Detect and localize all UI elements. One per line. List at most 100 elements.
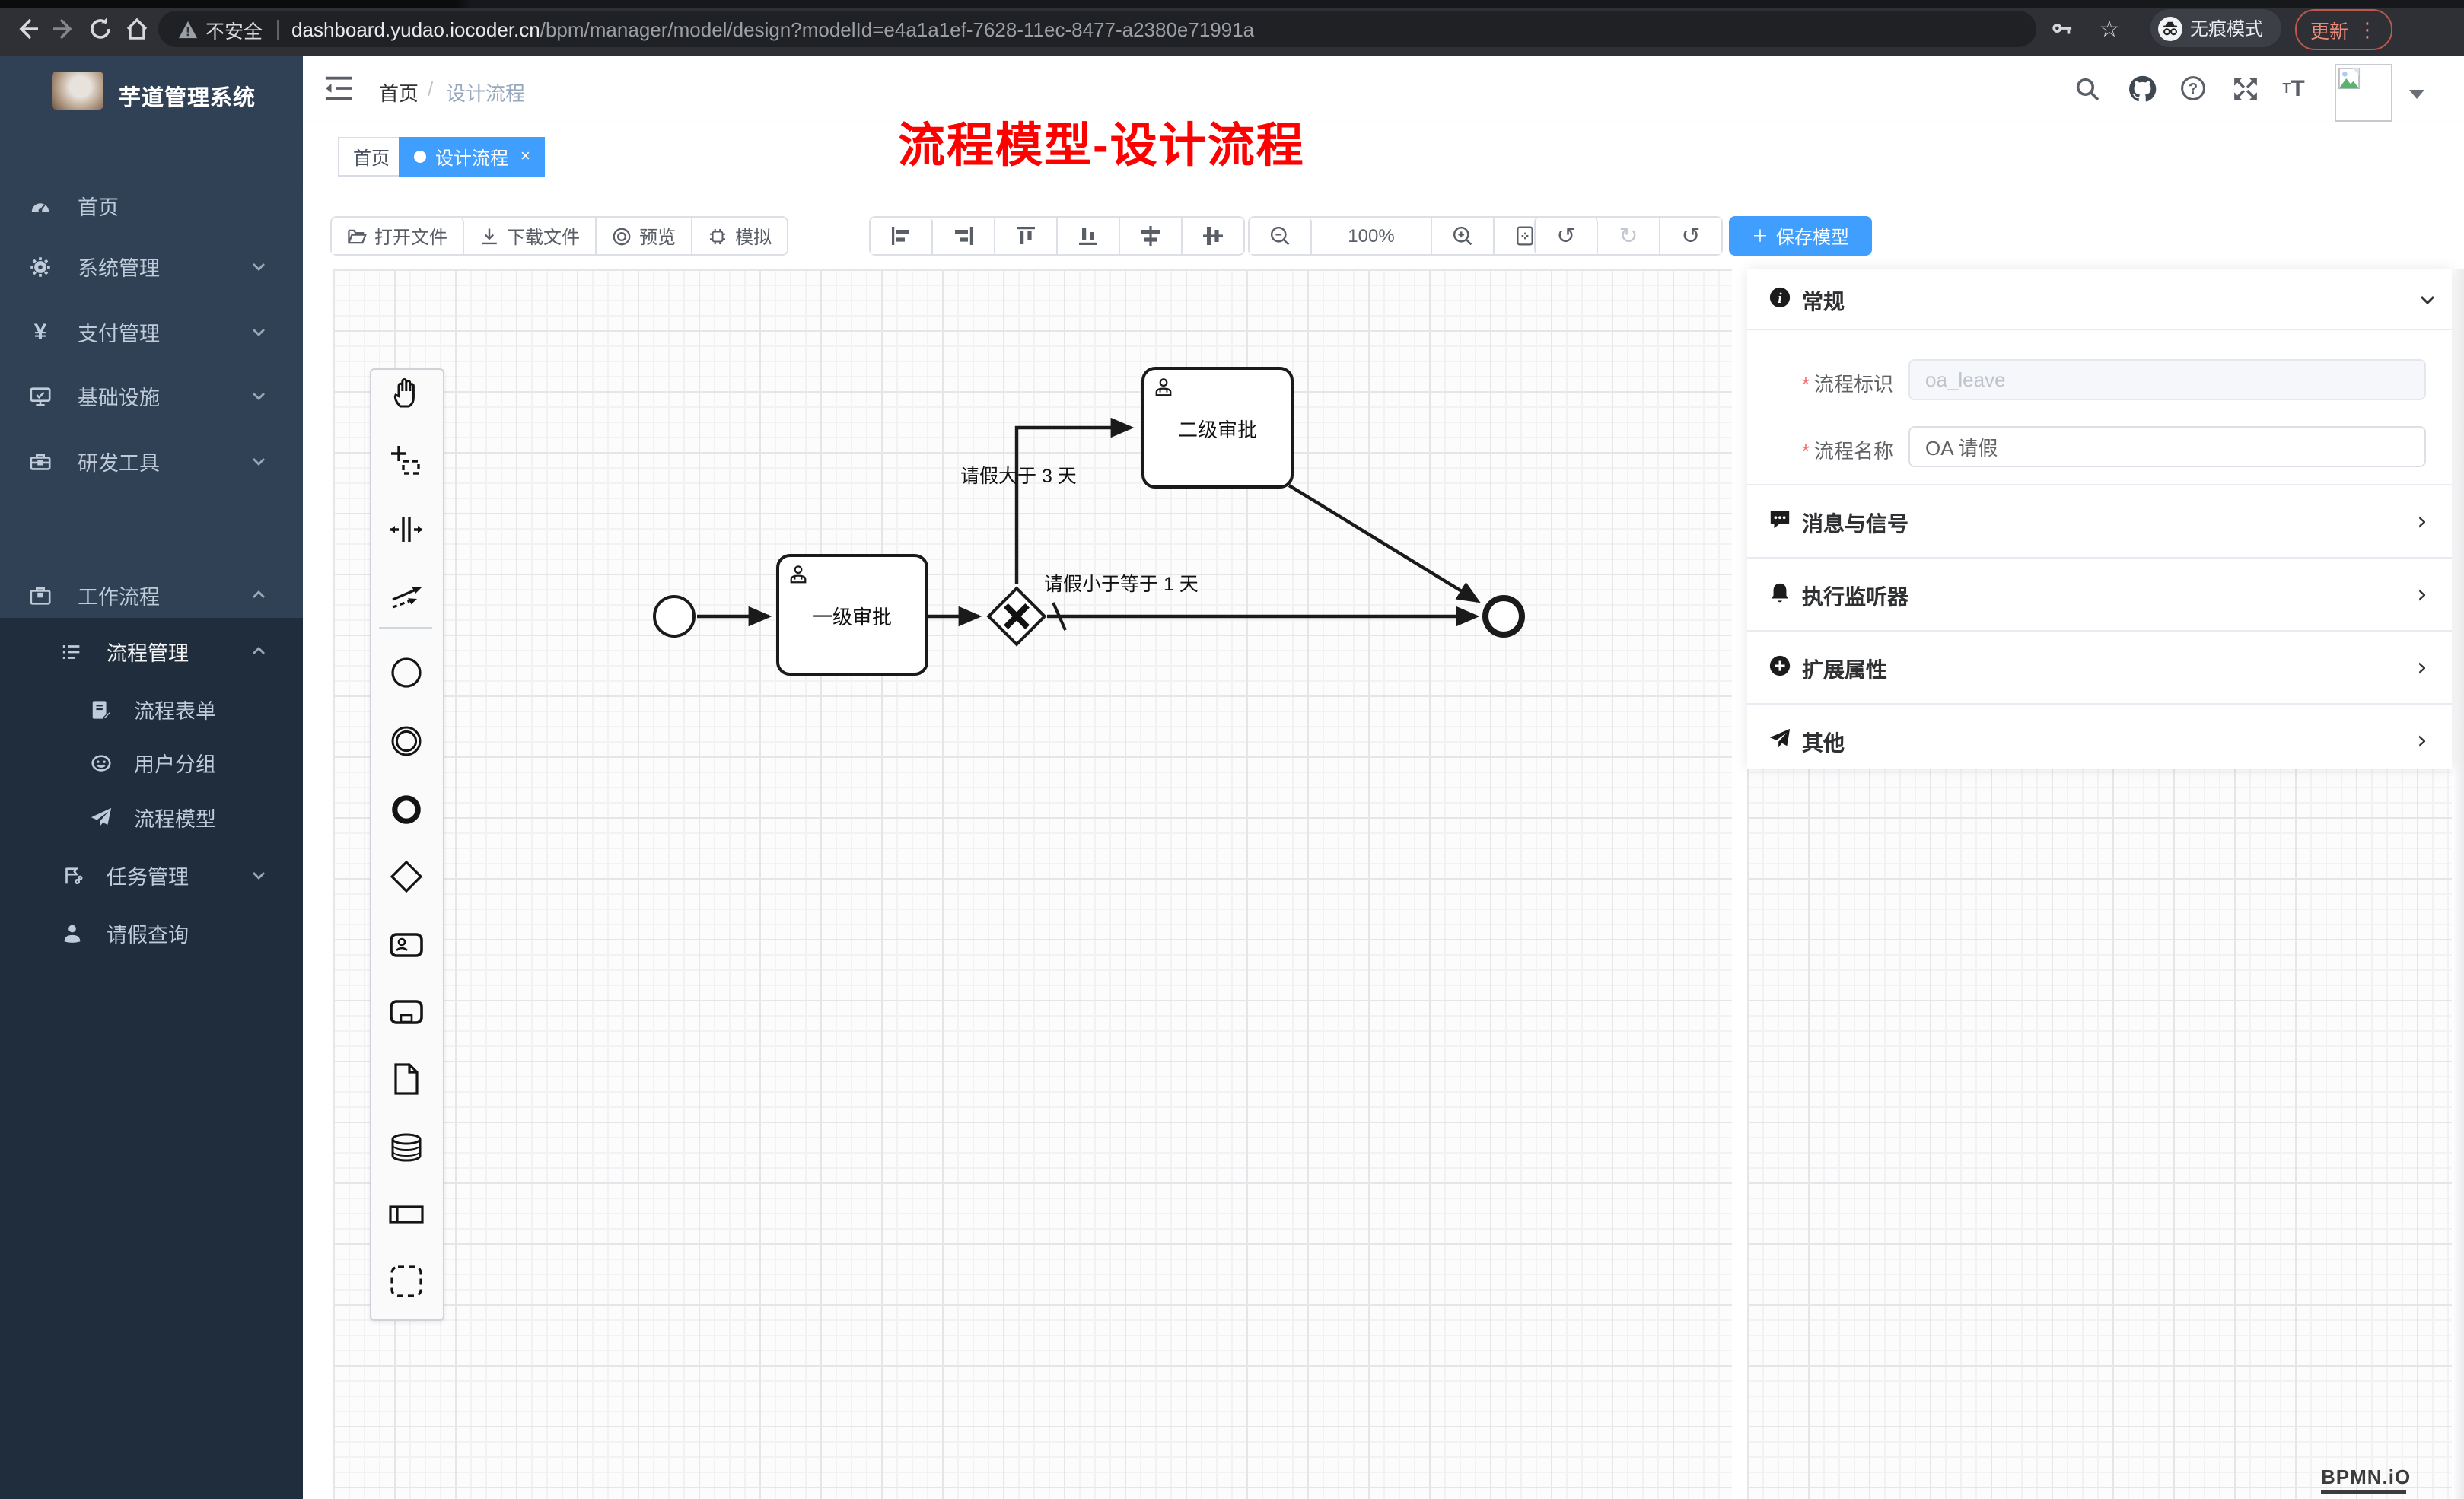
url-bar[interactable]: 不安全 dashboard.yudao.iocoder.cn/bpm/manag… (158, 11, 2036, 47)
panel-scrollbar-gutter[interactable] (2452, 269, 2464, 1499)
sidebar-item-process-mgmt[interactable]: 流程管理 (0, 630, 303, 673)
incognito-label: 无痕模式 (2190, 15, 2263, 41)
sidebar-logo-row[interactable]: 芋道管理系统 (0, 56, 303, 163)
sidebar-item-payment[interactable]: ¥ 支付管理 (0, 310, 303, 353)
tab-home[interactable]: 首页 (338, 137, 405, 177)
gateway-x-marker (1003, 603, 1030, 630)
font-size-icon[interactable]: TT (2278, 73, 2309, 103)
align-bottom-button[interactable] (1058, 218, 1120, 254)
simulate-button[interactable]: 模拟 (692, 218, 787, 254)
flow-condition-label-lte1[interactable]: 请假小于等于 1 天 (1044, 568, 1199, 597)
svg-text:i: i (1778, 291, 1782, 307)
section-other[interactable]: 其他 › (1747, 703, 2452, 770)
sidebar-item-label: 流程管理 (107, 636, 189, 667)
security-label: 不安全 (205, 14, 263, 43)
chevron-right-icon: › (2417, 726, 2427, 756)
security-warning[interactable]: 不安全 (178, 14, 263, 43)
align-center-horizontal-icon (1202, 225, 1224, 247)
briefcase-icon (29, 584, 52, 606)
bookmark-star-icon[interactable]: ☆ (2094, 14, 2125, 44)
process-key-field-row: *流程标识 (1747, 359, 2452, 400)
process-key-input[interactable] (1908, 359, 2426, 400)
bpmn-io-watermark[interactable]: BPMN.iO (2321, 1466, 2406, 1494)
zoom-out-button[interactable] (1250, 218, 1312, 254)
download-icon (479, 226, 499, 246)
zoom-out-icon (1269, 225, 1291, 247)
browser-home-icon[interactable] (122, 14, 152, 44)
kebab-menu-icon[interactable]: ⋮ (2357, 18, 2377, 42)
fullscreen-icon[interactable] (2230, 73, 2260, 103)
tab-design-process[interactable]: 设计流程 × (399, 137, 546, 177)
general-section-header[interactable]: i 常规 (1747, 269, 2452, 330)
restart-button[interactable]: ↻ (1660, 218, 1721, 254)
monitor-icon (29, 384, 52, 407)
tab-label: 首页 (353, 144, 390, 170)
sidebar-item-task-mgmt[interactable]: 任务管理 (0, 854, 303, 896)
browser-back-icon[interactable] (12, 14, 43, 44)
section-title: 常规 (1802, 286, 1845, 317)
person-icon (61, 921, 84, 944)
zoom-in-button[interactable] (1432, 218, 1495, 254)
process-name-input[interactable] (1908, 426, 2426, 467)
preview-button[interactable]: 预览 (597, 218, 692, 254)
save-model-button[interactable]: ＋ 保存模型 (1729, 216, 1872, 256)
sidebar-item-label: 基础设施 (78, 380, 160, 411)
url-host: dashboard.yudao.iocoder.cn (291, 18, 540, 40)
hamburger-collapse-icon[interactable] (324, 75, 353, 102)
page: 不安全 dashboard.yudao.iocoder.cn/bpm/manag… (0, 0, 2464, 1499)
start-event[interactable] (653, 595, 696, 638)
align-bottom-icon (1078, 225, 1099, 247)
task-label: 二级审批 (1178, 413, 1257, 442)
flow-condition-label-gt3[interactable]: 请假大于 3 天 (960, 460, 1077, 489)
paper-plane-icon (90, 806, 113, 829)
user-task-level2[interactable]: 二级审批 (1141, 367, 1294, 489)
sidebar-item-infra[interactable]: 基础设施 (0, 374, 303, 417)
open-file-button[interactable]: 打开文件 (332, 218, 464, 254)
align-top-button[interactable] (995, 218, 1058, 254)
sidebar-item-process-form[interactable]: 流程表单 (0, 688, 303, 730)
password-key-icon[interactable] (2045, 12, 2076, 43)
bpmn-canvas[interactable]: 一级审批 二级审批 请假大于 3 天 请假小于等于 1 天 (333, 269, 1732, 1499)
sidebar-item-label: 任务管理 (107, 860, 189, 890)
sidebar-item-workflow[interactable]: 工作流程 (0, 574, 303, 616)
align-right-button[interactable] (933, 218, 995, 254)
sidebar-item-leave-query[interactable]: 请假查询 (0, 912, 303, 954)
sidebar-item-home[interactable]: 首页 (0, 184, 303, 227)
field-label: *流程标识 (1802, 368, 1893, 397)
section-extended-properties[interactable]: 扩展属性 › (1747, 630, 2452, 705)
flow-task2-to-end[interactable] (1289, 485, 1478, 601)
undo-button[interactable]: ↺ (1536, 218, 1598, 254)
align-center-vertical-button[interactable] (1120, 218, 1183, 254)
end-event[interactable] (1482, 595, 1525, 638)
browser-update-button[interactable]: 更新 ⋮ (2295, 9, 2392, 50)
chevron-down-icon (250, 866, 268, 884)
sidebar-item-devtools[interactable]: 研发工具 (0, 440, 303, 482)
align-left-button[interactable] (871, 218, 933, 254)
section-messages-signals[interactable]: 消息与信号 › (1747, 484, 2452, 559)
close-icon[interactable]: × (520, 148, 530, 166)
align-center-horizontal-button[interactable] (1183, 218, 1243, 254)
chevron-down-icon[interactable] (2417, 289, 2438, 310)
sidebar-item-label: 请假查询 (107, 918, 189, 948)
breadcrumb-home[interactable]: 首页 (379, 78, 419, 107)
update-label: 更新 (2310, 15, 2348, 44)
restart-icon: ↻ (1681, 222, 1700, 250)
flow-gateway-to-task2[interactable] (1017, 428, 1131, 584)
avatar-caret-icon[interactable] (2409, 90, 2424, 99)
help-icon[interactable]: ? (2178, 73, 2208, 103)
search-icon[interactable] (2071, 73, 2102, 103)
sidebar-item-label: 系统管理 (78, 251, 160, 282)
sidebar-item-system[interactable]: 系统管理 (0, 245, 303, 288)
sidebar-item-user-group[interactable]: 用户分组 (0, 741, 303, 784)
sidebar-item-process-model[interactable]: 流程模型 (0, 796, 303, 839)
browser-forward-icon[interactable] (49, 14, 79, 44)
browser-reload-icon[interactable] (85, 14, 116, 44)
avatar[interactable] (2335, 64, 2392, 122)
section-execution-listeners[interactable]: 执行监听器 › (1747, 557, 2452, 632)
github-icon[interactable] (2126, 73, 2157, 103)
breadcrumb-current: 设计流程 (446, 78, 525, 107)
file-actions-group: 打开文件 下载文件 预览 模拟 (330, 216, 788, 256)
download-file-button[interactable]: 下载文件 (464, 218, 597, 254)
user-task-level1[interactable]: 一级审批 (776, 554, 928, 676)
redo-button[interactable]: ↻ (1598, 218, 1660, 254)
